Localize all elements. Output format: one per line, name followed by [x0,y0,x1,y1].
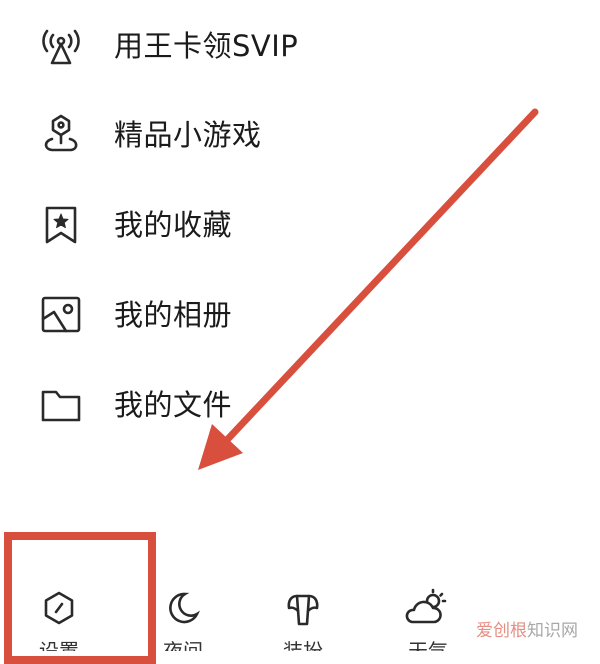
winged-shirt-icon [287,594,319,626]
menu-item-mini-games[interactable]: 精品小游戏 [0,100,600,170]
bottom-item-label: 天气 [408,639,448,651]
menu-item-label: 我的文件 [114,388,233,422]
game-pin-icon [38,112,84,158]
moon-icon [169,592,201,624]
menu-item-album[interactable]: 我的相册 [0,280,600,350]
watermark-brand: 爱创根 [476,621,527,641]
annotation-highlight-box [4,532,156,664]
menu-item-svip[interactable]: 用王卡领SVIP [0,11,600,81]
bottom-item-label: 夜间 [163,639,203,651]
bottom-item-weather[interactable]: 天气 [398,588,458,651]
folder-icon [38,382,84,428]
menu-item-label: 我的收藏 [114,208,233,242]
watermark-suffix: 知识网 [527,621,578,641]
menu-item-files[interactable]: 我的文件 [0,370,600,440]
bottom-item-label: 装扮 [283,639,323,651]
photo-album-icon [38,292,84,338]
menu-item-label: 我的相册 [114,298,233,332]
bookmark-star-icon [38,202,84,248]
signal-tower-icon [38,23,84,69]
bottom-item-night[interactable]: 夜间 [153,588,213,651]
watermark: 爱创根知识网 [476,616,578,641]
menu-item-favorites[interactable]: 我的收藏 [0,190,600,260]
bottom-item-dressup[interactable]: 装扮 [273,588,333,651]
sun-cloud-icon [405,588,447,624]
menu-item-label: 精品小游戏 [114,118,262,152]
menu-item-label: 用王卡领SVIP [114,29,299,63]
